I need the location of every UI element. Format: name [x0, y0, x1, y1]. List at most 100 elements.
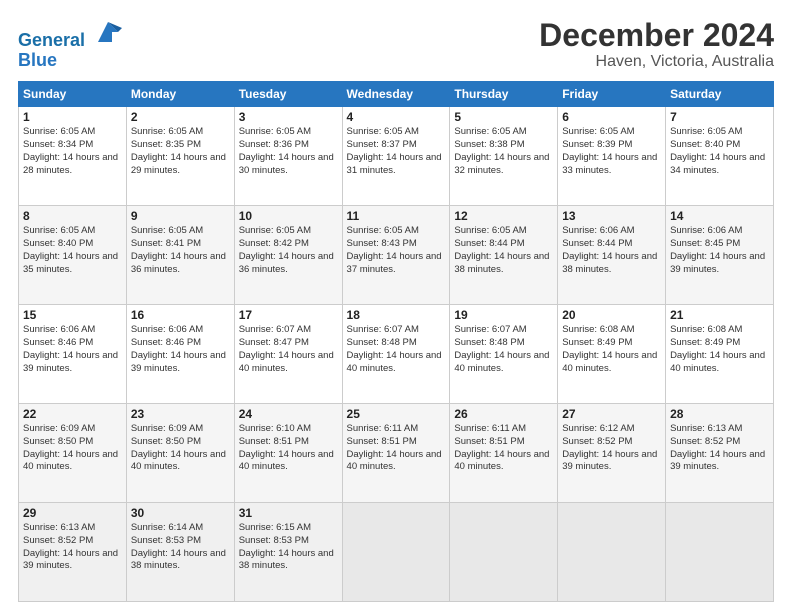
day-number: 9: [131, 209, 230, 223]
day-info: Sunrise: 6:05 AM Sunset: 8:40 PM Dayligh…: [670, 126, 769, 177]
calendar-cell: 9 Sunrise: 6:05 AM Sunset: 8:41 PM Dayli…: [126, 206, 234, 305]
calendar-cell: 20 Sunrise: 6:08 AM Sunset: 8:49 PM Dayl…: [558, 305, 666, 404]
day-info: Sunrise: 6:09 AM Sunset: 8:50 PM Dayligh…: [23, 423, 122, 474]
day-info: Sunrise: 6:05 AM Sunset: 8:43 PM Dayligh…: [347, 225, 446, 276]
day-info: Sunrise: 6:07 AM Sunset: 8:47 PM Dayligh…: [239, 324, 338, 375]
day-info: Sunrise: 6:05 AM Sunset: 8:40 PM Dayligh…: [23, 225, 122, 276]
day-info: Sunrise: 6:08 AM Sunset: 8:49 PM Dayligh…: [562, 324, 661, 375]
calendar-cell: 12 Sunrise: 6:05 AM Sunset: 8:44 PM Dayl…: [450, 206, 558, 305]
day-info: Sunrise: 6:05 AM Sunset: 8:39 PM Dayligh…: [562, 126, 661, 177]
day-number: 30: [131, 506, 230, 520]
calendar-cell: 13 Sunrise: 6:06 AM Sunset: 8:44 PM Dayl…: [558, 206, 666, 305]
day-number: 20: [562, 308, 661, 322]
calendar-cell: 18 Sunrise: 6:07 AM Sunset: 8:48 PM Dayl…: [342, 305, 450, 404]
day-number: 25: [347, 407, 446, 421]
day-info: Sunrise: 6:15 AM Sunset: 8:53 PM Dayligh…: [239, 522, 338, 573]
calendar-cell: 16 Sunrise: 6:06 AM Sunset: 8:46 PM Dayl…: [126, 305, 234, 404]
day-info: Sunrise: 6:09 AM Sunset: 8:50 PM Dayligh…: [131, 423, 230, 474]
logo-blue: Blue: [18, 51, 122, 71]
calendar-cell: [666, 503, 774, 602]
weekday-header-sunday: Sunday: [19, 82, 127, 107]
day-number: 12: [454, 209, 553, 223]
day-number: 22: [23, 407, 122, 421]
logo: General Blue: [18, 22, 122, 71]
calendar-cell: 14 Sunrise: 6:06 AM Sunset: 8:45 PM Dayl…: [666, 206, 774, 305]
calendar-cell: 29 Sunrise: 6:13 AM Sunset: 8:52 PM Dayl…: [19, 503, 127, 602]
day-number: 19: [454, 308, 553, 322]
weekday-header-saturday: Saturday: [666, 82, 774, 107]
day-number: 7: [670, 110, 769, 124]
day-info: Sunrise: 6:05 AM Sunset: 8:36 PM Dayligh…: [239, 126, 338, 177]
day-number: 2: [131, 110, 230, 124]
calendar-cell: 22 Sunrise: 6:09 AM Sunset: 8:50 PM Dayl…: [19, 404, 127, 503]
day-number: 16: [131, 308, 230, 322]
day-info: Sunrise: 6:05 AM Sunset: 8:44 PM Dayligh…: [454, 225, 553, 276]
calendar-cell: 11 Sunrise: 6:05 AM Sunset: 8:43 PM Dayl…: [342, 206, 450, 305]
weekday-header-friday: Friday: [558, 82, 666, 107]
day-info: Sunrise: 6:06 AM Sunset: 8:46 PM Dayligh…: [23, 324, 122, 375]
calendar-cell: 28 Sunrise: 6:13 AM Sunset: 8:52 PM Dayl…: [666, 404, 774, 503]
calendar-cell: 8 Sunrise: 6:05 AM Sunset: 8:40 PM Dayli…: [19, 206, 127, 305]
day-info: Sunrise: 6:05 AM Sunset: 8:35 PM Dayligh…: [131, 126, 230, 177]
location-title: Haven, Victoria, Australia: [539, 53, 774, 71]
calendar-cell: 23 Sunrise: 6:09 AM Sunset: 8:50 PM Dayl…: [126, 404, 234, 503]
calendar-cell: [342, 503, 450, 602]
calendar-cell: 10 Sunrise: 6:05 AM Sunset: 8:42 PM Dayl…: [234, 206, 342, 305]
logo-icon: [94, 18, 122, 46]
weekday-header-wednesday: Wednesday: [342, 82, 450, 107]
calendar-cell: [558, 503, 666, 602]
calendar-cell: [450, 503, 558, 602]
day-info: Sunrise: 6:10 AM Sunset: 8:51 PM Dayligh…: [239, 423, 338, 474]
day-number: 21: [670, 308, 769, 322]
title-block: December 2024 Haven, Victoria, Australia: [539, 18, 774, 71]
day-number: 6: [562, 110, 661, 124]
day-info: Sunrise: 6:07 AM Sunset: 8:48 PM Dayligh…: [347, 324, 446, 375]
calendar-cell: 21 Sunrise: 6:08 AM Sunset: 8:49 PM Dayl…: [666, 305, 774, 404]
day-info: Sunrise: 6:14 AM Sunset: 8:53 PM Dayligh…: [131, 522, 230, 573]
day-info: Sunrise: 6:07 AM Sunset: 8:48 PM Dayligh…: [454, 324, 553, 375]
calendar-cell: 6 Sunrise: 6:05 AM Sunset: 8:39 PM Dayli…: [558, 107, 666, 206]
calendar-cell: 25 Sunrise: 6:11 AM Sunset: 8:51 PM Dayl…: [342, 404, 450, 503]
calendar-cell: 17 Sunrise: 6:07 AM Sunset: 8:47 PM Dayl…: [234, 305, 342, 404]
calendar-cell: 26 Sunrise: 6:11 AM Sunset: 8:51 PM Dayl…: [450, 404, 558, 503]
day-info: Sunrise: 6:11 AM Sunset: 8:51 PM Dayligh…: [454, 423, 553, 474]
calendar-cell: 27 Sunrise: 6:12 AM Sunset: 8:52 PM Dayl…: [558, 404, 666, 503]
page: General Blue December 2024 Haven, Victor…: [0, 0, 792, 612]
day-number: 31: [239, 506, 338, 520]
calendar-cell: 3 Sunrise: 6:05 AM Sunset: 8:36 PM Dayli…: [234, 107, 342, 206]
day-number: 26: [454, 407, 553, 421]
day-number: 17: [239, 308, 338, 322]
calendar-cell: 5 Sunrise: 6:05 AM Sunset: 8:38 PM Dayli…: [450, 107, 558, 206]
calendar-cell: 31 Sunrise: 6:15 AM Sunset: 8:53 PM Dayl…: [234, 503, 342, 602]
day-info: Sunrise: 6:06 AM Sunset: 8:45 PM Dayligh…: [670, 225, 769, 276]
day-number: 24: [239, 407, 338, 421]
day-number: 14: [670, 209, 769, 223]
day-info: Sunrise: 6:05 AM Sunset: 8:38 PM Dayligh…: [454, 126, 553, 177]
day-number: 23: [131, 407, 230, 421]
day-info: Sunrise: 6:11 AM Sunset: 8:51 PM Dayligh…: [347, 423, 446, 474]
day-number: 1: [23, 110, 122, 124]
day-number: 5: [454, 110, 553, 124]
calendar-cell: 7 Sunrise: 6:05 AM Sunset: 8:40 PM Dayli…: [666, 107, 774, 206]
month-title: December 2024: [539, 18, 774, 53]
day-number: 3: [239, 110, 338, 124]
calendar-cell: 2 Sunrise: 6:05 AM Sunset: 8:35 PM Dayli…: [126, 107, 234, 206]
day-info: Sunrise: 6:05 AM Sunset: 8:42 PM Dayligh…: [239, 225, 338, 276]
day-info: Sunrise: 6:05 AM Sunset: 8:34 PM Dayligh…: [23, 126, 122, 177]
calendar-cell: 24 Sunrise: 6:10 AM Sunset: 8:51 PM Dayl…: [234, 404, 342, 503]
day-number: 10: [239, 209, 338, 223]
day-number: 8: [23, 209, 122, 223]
header: General Blue December 2024 Haven, Victor…: [18, 18, 774, 71]
day-number: 29: [23, 506, 122, 520]
day-info: Sunrise: 6:05 AM Sunset: 8:37 PM Dayligh…: [347, 126, 446, 177]
day-number: 18: [347, 308, 446, 322]
logo-text: General: [18, 22, 122, 51]
calendar-cell: 19 Sunrise: 6:07 AM Sunset: 8:48 PM Dayl…: [450, 305, 558, 404]
day-info: Sunrise: 6:12 AM Sunset: 8:52 PM Dayligh…: [562, 423, 661, 474]
calendar-cell: 1 Sunrise: 6:05 AM Sunset: 8:34 PM Dayli…: [19, 107, 127, 206]
day-number: 27: [562, 407, 661, 421]
logo-general: General: [18, 30, 85, 50]
weekday-header-thursday: Thursday: [450, 82, 558, 107]
weekday-header-tuesday: Tuesday: [234, 82, 342, 107]
day-info: Sunrise: 6:06 AM Sunset: 8:46 PM Dayligh…: [131, 324, 230, 375]
